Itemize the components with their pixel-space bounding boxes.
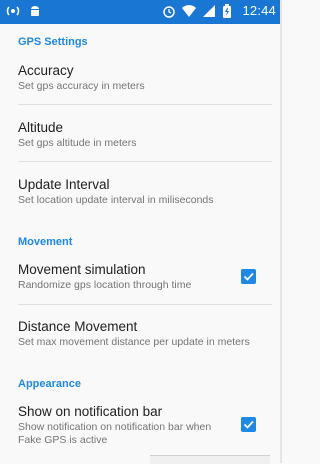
section-header-gps-settings: GPS Settings bbox=[18, 36, 88, 48]
pref-movement-simulation[interactable]: Movement simulation Randomize gps locati… bbox=[0, 259, 282, 301]
battery-icon bbox=[222, 3, 236, 18]
pref-summary: Set gps altitude in meters bbox=[18, 137, 137, 149]
broadcast-icon bbox=[6, 4, 20, 18]
pref-summary: Set location update interval in miliseco… bbox=[18, 194, 214, 206]
pref-summary: Set max movement distance per update in … bbox=[18, 336, 250, 348]
window-edge bbox=[280, 0, 282, 463]
divider bbox=[18, 161, 272, 162]
pref-accuracy[interactable]: Accuracy Set gps accuracy in meters bbox=[0, 60, 282, 102]
signal-icon bbox=[202, 4, 216, 18]
pref-distance-movement[interactable]: Distance Movement Set max movement dista… bbox=[0, 316, 282, 358]
pref-title: Accuracy bbox=[18, 63, 74, 78]
pref-update-interval[interactable]: Update Interval Set location update inte… bbox=[0, 174, 282, 216]
pref-show-notification[interactable]: Show on notification bar Show notificati… bbox=[0, 401, 282, 453]
pref-title: Update Interval bbox=[18, 177, 110, 192]
clock: 12:44 bbox=[242, 3, 276, 18]
pref-summary: Randomize gps location through time bbox=[18, 279, 192, 291]
status-bar: 12:44 bbox=[0, 0, 282, 24]
divider bbox=[18, 304, 272, 305]
alarm-icon bbox=[162, 4, 176, 18]
section-header-movement: Movement bbox=[18, 236, 73, 248]
pref-title: Altitude bbox=[18, 120, 64, 135]
movement-simulation-checkbox[interactable] bbox=[241, 269, 256, 284]
pref-title: Movement simulation bbox=[18, 262, 146, 277]
pref-summary: Show notification on notification bar wh… bbox=[18, 421, 212, 446]
pref-altitude[interactable]: Altitude Set gps altitude in meters bbox=[0, 117, 282, 159]
pref-summary: Set gps accuracy in meters bbox=[18, 80, 145, 92]
show-notification-checkbox[interactable] bbox=[241, 417, 256, 432]
section-header-appearance: Appearance bbox=[18, 378, 81, 390]
wifi-icon bbox=[182, 4, 197, 18]
pref-title: Distance Movement bbox=[18, 319, 138, 334]
pref-title: Show on notification bar bbox=[18, 404, 163, 419]
android-icon bbox=[28, 4, 42, 18]
divider bbox=[18, 104, 272, 105]
